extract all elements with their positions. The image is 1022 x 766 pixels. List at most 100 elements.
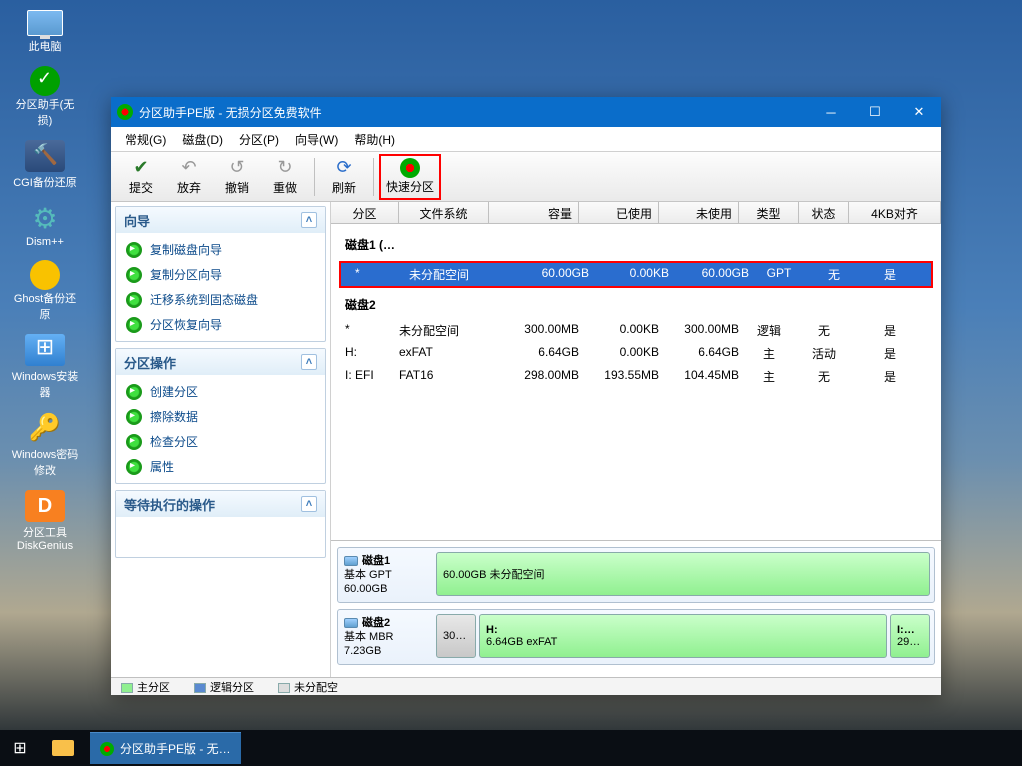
window-title: 分区助手PE版 - 无损分区免费软件 (139, 104, 322, 121)
disk2-label[interactable]: 磁盘2 (331, 290, 941, 319)
taskbar: ⊞ 分区助手PE版 - 无… (0, 730, 1022, 766)
toolbar-redo[interactable]: ↻重做 (261, 154, 309, 200)
taskbar-active-app[interactable]: 分区助手PE版 - 无… (90, 732, 241, 764)
unalloc-swatch (278, 683, 290, 693)
start-button[interactable]: ⊞ (0, 730, 40, 766)
taskbar-explorer[interactable] (40, 732, 86, 764)
toolbar-commit[interactable]: ✔提交 (117, 154, 165, 200)
col-used[interactable]: 已使用 (579, 202, 659, 223)
disk-icon (344, 618, 358, 628)
icon-label: Ghost备份还原 (10, 290, 80, 322)
partition-bar[interactable]: H:6.64GB exFAT (479, 614, 887, 658)
left-sidebar: 向导˄ 复制磁盘向导 复制分区向导 迁移系统到固态磁盘 分区恢复向导 分区操作˄… (111, 202, 331, 677)
maximize-button[interactable]: ☐ (853, 97, 897, 127)
col-fs[interactable]: 文件系统 (399, 202, 489, 223)
col-align[interactable]: 4KB对齐 (849, 202, 941, 223)
table-row[interactable]: I: EFIFAT16298.00MB193.55MB104.45MB主无是 (331, 365, 941, 388)
op-check[interactable]: 检查分区 (118, 429, 323, 454)
menubar: 常规(G) 磁盘(D) 分区(P) 向导(W) 帮助(H) (111, 127, 941, 152)
column-headers: 分区 文件系统 容量 已使用 未使用 类型 状态 4KB对齐 (331, 202, 941, 224)
titlebar[interactable]: 分区助手PE版 - 无损分区免费软件 ─ ☐ ✕ (111, 97, 941, 127)
diskmap-disk2[interactable]: 磁盘2 基本 MBR 7.23GB 30… H:6.64GB exFAT I:…… (337, 609, 935, 665)
wizard-icon (126, 317, 142, 333)
op-wipe[interactable]: 擦除数据 (118, 404, 323, 429)
desktop-icon-thispc[interactable]: 此电脑 (10, 10, 80, 54)
op-icon (126, 409, 142, 425)
desktop-icon-partition-assistant[interactable]: 分区助手(无损) (10, 66, 80, 128)
app-icon (100, 742, 114, 756)
menu-disk[interactable]: 磁盘(D) (174, 128, 231, 151)
wizard-icon (126, 292, 142, 308)
chevron-up-icon[interactable]: ˄ (301, 212, 317, 228)
diskmap-disk1[interactable]: 磁盘1 基本 GPT 60.00GB 60.00GB 未分配空间 (337, 547, 935, 603)
folder-icon (52, 740, 74, 756)
disk-map: 磁盘1 基本 GPT 60.00GB 60.00GB 未分配空间 磁盘2 基本 … (331, 540, 941, 677)
wizard-icon (126, 267, 142, 283)
wizard-copy-partition[interactable]: 复制分区向导 (118, 262, 323, 287)
menu-partition[interactable]: 分区(P) (231, 128, 287, 151)
icon-label: 分区工具DiskGenius (10, 524, 80, 552)
icon-label: 此电脑 (10, 38, 80, 54)
menu-wizard[interactable]: 向导(W) (287, 128, 346, 151)
table-row[interactable]: * 未分配空间 60.00GB 0.00KB 60.00GB GPT 无 是 (341, 263, 931, 286)
chevron-up-icon[interactable]: ˄ (301, 496, 317, 512)
disk-meta: 磁盘2 基本 MBR 7.23GB (342, 614, 432, 660)
table-row[interactable]: *未分配空间300.00MB0.00KB300.00MB逻辑无是 (331, 319, 941, 342)
partition-bar[interactable]: 30… (436, 614, 476, 658)
menu-help[interactable]: 帮助(H) (346, 128, 403, 151)
col-free[interactable]: 未使用 (659, 202, 739, 223)
panel-pending: 等待执行的操作˄ (115, 490, 326, 558)
table-row[interactable]: H:exFAT6.64GB0.00KB6.64GB主活动是 (331, 342, 941, 365)
app-icon (117, 104, 133, 120)
op-icon (126, 434, 142, 450)
disk-icon (344, 556, 358, 566)
op-create[interactable]: 创建分区 (118, 379, 323, 404)
toolbar-undo[interactable]: ↺撤销 (213, 154, 261, 200)
icon-label: 分区助手(无损) (10, 96, 80, 128)
desktop-icon-winpass[interactable]: Windows密码修改 (10, 412, 80, 478)
panel-wizard: 向导˄ 复制磁盘向导 复制分区向导 迁移系统到固态磁盘 分区恢复向导 (115, 206, 326, 342)
panel-operations: 分区操作˄ 创建分区 擦除数据 检查分区 属性 (115, 348, 326, 484)
panel-ops-header[interactable]: 分区操作˄ (116, 349, 325, 375)
icon-label: CGI备份还原 (10, 174, 80, 190)
op-icon (126, 384, 142, 400)
col-size[interactable]: 容量 (489, 202, 579, 223)
partition-bar[interactable]: 60.00GB 未分配空间 (436, 552, 930, 596)
col-partition[interactable]: 分区 (331, 202, 399, 223)
panel-wizard-header[interactable]: 向导˄ (116, 207, 325, 233)
toolbar-refresh[interactable]: ⟳刷新 (320, 154, 368, 200)
toolbar-quick-partition[interactable]: 快速分区 (379, 154, 441, 200)
primary-swatch (121, 683, 133, 693)
op-icon (126, 459, 142, 475)
app-window: 分区助手PE版 - 无损分区免费软件 ─ ☐ ✕ 常规(G) 磁盘(D) 分区(… (111, 97, 941, 695)
minimize-button[interactable]: ─ (809, 97, 853, 127)
desktop-icon-ghost[interactable]: Ghost备份还原 (10, 260, 80, 322)
partition-bar[interactable]: I:…29… (890, 614, 930, 658)
col-type[interactable]: 类型 (739, 202, 799, 223)
col-status[interactable]: 状态 (799, 202, 849, 223)
wizard-icon (126, 242, 142, 258)
desktop-icon-winsetup[interactable]: Windows安装器 (10, 334, 80, 400)
highlight-box: * 未分配空间 60.00GB 0.00KB 60.00GB GPT 无 是 (339, 261, 933, 288)
desktop-icons: 此电脑 分区助手(无损) CGI备份还原 Dism++ Ghost备份还原 Wi… (10, 10, 80, 552)
op-props[interactable]: 属性 (118, 454, 323, 479)
chevron-up-icon[interactable]: ˄ (301, 354, 317, 370)
icon-label: Dism++ (10, 236, 80, 248)
desktop-icon-diskgenius[interactable]: 分区工具DiskGenius (10, 490, 80, 552)
desktop-icon-dism[interactable]: Dism++ (10, 202, 80, 248)
panel-pending-header[interactable]: 等待执行的操作˄ (116, 491, 325, 517)
legend: 主分区 逻辑分区 未分配空 (111, 677, 941, 695)
disk1-label[interactable]: 磁盘1 (… (331, 230, 941, 259)
toolbar-discard[interactable]: ↶放弃 (165, 154, 213, 200)
icon-label: Windows安装器 (10, 368, 80, 400)
close-button[interactable]: ✕ (897, 97, 941, 127)
desktop-icon-cgi[interactable]: CGI备份还原 (10, 140, 80, 190)
partition-list: 磁盘1 (… * 未分配空间 60.00GB 0.00KB 60.00GB GP… (331, 224, 941, 540)
wizard-recover[interactable]: 分区恢复向导 (118, 312, 323, 337)
wizard-copy-disk[interactable]: 复制磁盘向导 (118, 237, 323, 262)
wizard-migrate-ssd[interactable]: 迁移系统到固态磁盘 (118, 287, 323, 312)
logical-swatch (194, 683, 206, 693)
disk-meta: 磁盘1 基本 GPT 60.00GB (342, 552, 432, 598)
icon-label: Windows密码修改 (10, 446, 80, 478)
menu-general[interactable]: 常规(G) (117, 128, 174, 151)
